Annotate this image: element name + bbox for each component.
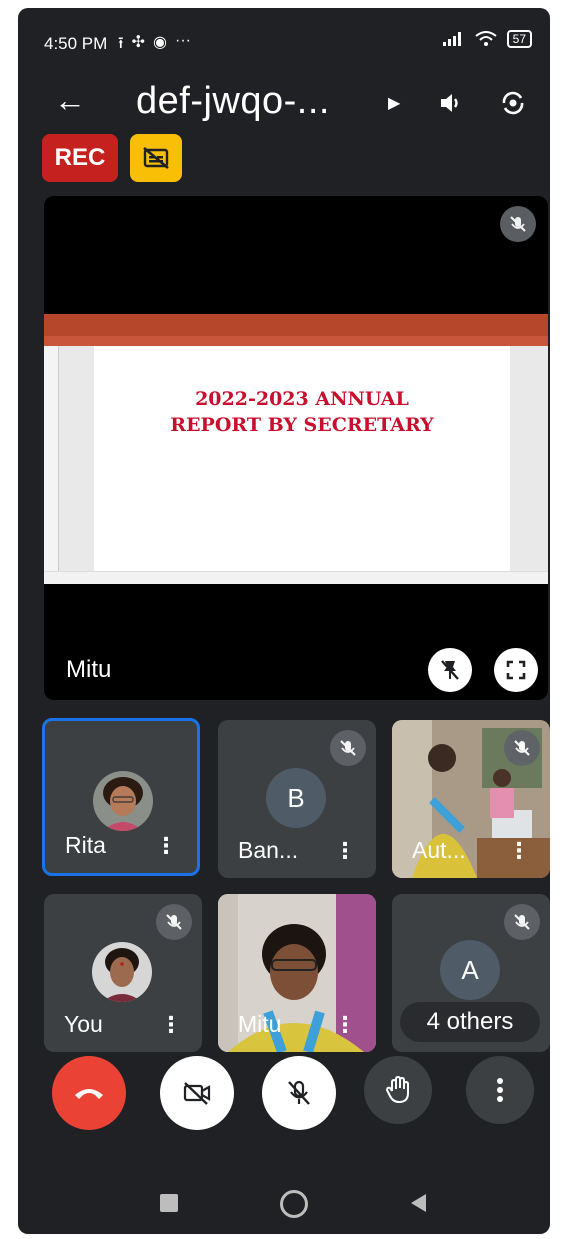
unpin-icon[interactable]: [428, 648, 472, 692]
pinwheel-icon: ✣: [131, 34, 146, 51]
camera-off-icon: [183, 1082, 211, 1105]
hand-icon: [386, 1076, 409, 1103]
chrome-icon: ◉: [153, 34, 167, 51]
wifi-icon: [475, 31, 497, 46]
more-dots-icon: ···: [174, 32, 191, 49]
more-options-button[interactable]: [466, 1056, 534, 1124]
ppt-ribbon: [44, 336, 548, 346]
more-vertical-icon[interactable]: ⋮: [155, 833, 177, 859]
recents-icon[interactable]: [160, 1194, 178, 1212]
participant-name: Aut...: [412, 837, 466, 863]
captions-off-icon[interactable]: [130, 134, 182, 182]
letter-avatar: B: [266, 768, 326, 828]
more-vertical-icon[interactable]: ⋮: [160, 1012, 182, 1038]
back-icon[interactable]: [408, 1192, 428, 1214]
participant-tile-you[interactable]: You ⋮: [44, 894, 202, 1052]
more-vertical-icon[interactable]: ⋮: [334, 1012, 356, 1038]
participant-tile-mitu[interactable]: Mitu ⋮: [218, 894, 376, 1052]
more-vertical-icon[interactable]: ⋮: [508, 838, 530, 864]
participant-name: Ban...: [238, 837, 299, 863]
participant-tile-rita[interactable]: Rita ⋮: [42, 718, 200, 876]
system-icons: 57: [442, 30, 532, 48]
participant-name: Mitu: [238, 1011, 282, 1037]
camera-toggle-button[interactable]: [160, 1056, 234, 1130]
meeting-app-bar: ← def-jwqo-... ▶: [18, 76, 550, 136]
battery-icon: 57: [506, 30, 532, 48]
avatar: [92, 942, 152, 1002]
letter-avatar: A: [440, 940, 500, 1000]
presenter-name: Mitu: [66, 656, 112, 683]
speaker-icon[interactable]: [436, 88, 466, 118]
participant-tile-others[interactable]: A 4 others: [392, 894, 550, 1052]
ppt-thumbnail-pane: [44, 346, 59, 572]
participant-name: Rita: [65, 832, 106, 858]
system-nav-bar: [18, 1174, 550, 1234]
more-vertical-icon: [497, 1078, 503, 1102]
notification-icons: ⭱ ✣ ◉ ···: [118, 32, 191, 59]
others-count-label: 4 others: [400, 1002, 540, 1042]
participant-tile-ban[interactable]: B Ban... ⋮: [218, 720, 376, 878]
caret-right-icon[interactable]: ▶: [388, 93, 400, 113]
switch-camera-icon[interactable]: [498, 88, 528, 118]
mic-off-icon: [330, 730, 366, 766]
more-vertical-icon[interactable]: ⋮: [334, 838, 356, 864]
signal-icon: [442, 32, 461, 46]
raise-hand-button[interactable]: [364, 1056, 432, 1124]
mic-toggle-button[interactable]: [262, 1056, 336, 1130]
recording-badge[interactable]: REC: [42, 134, 118, 182]
participant-tile-aut[interactable]: Aut... ⋮: [392, 720, 550, 878]
mic-off-icon: [500, 206, 536, 242]
slide-title: 2022-2023 ANNUAL REPORT BY SECRETARY: [170, 388, 434, 436]
meeting-title[interactable]: def-jwqo-...: [136, 80, 330, 123]
participant-name: You: [64, 1011, 103, 1037]
ppt-status-bar: [44, 571, 548, 584]
mic-off-icon: [504, 904, 540, 940]
phone-screen: 4:50 PM ⭱ ✣ ◉ ··· 57 ← def-jwqo-... ▶ RE…: [18, 8, 550, 1234]
status-bar: 4:50 PM ⭱ ✣ ◉ ··· 57: [18, 8, 550, 68]
call-controls: [18, 1056, 550, 1146]
phone-hangup-icon: [75, 1089, 103, 1099]
upload-icon: ⭱: [118, 35, 124, 52]
home-icon[interactable]: [280, 1190, 308, 1218]
shared-screen: 2022-2023 ANNUAL REPORT BY SECRETARY: [44, 314, 548, 584]
status-time: 4:50 PM: [44, 34, 108, 53]
mic-off-icon: [288, 1080, 310, 1105]
avatar: [93, 771, 153, 831]
mic-off-icon: [504, 730, 540, 766]
presentation-tile[interactable]: 2022-2023 ANNUAL REPORT BY SECRETARY Mit…: [44, 196, 548, 700]
ppt-title-bar: [44, 314, 548, 336]
fullscreen-icon[interactable]: [494, 648, 538, 692]
slide: 2022-2023 ANNUAL REPORT BY SECRETARY: [94, 346, 510, 572]
mic-off-icon: [156, 904, 192, 940]
back-arrow-icon[interactable]: ←: [54, 82, 86, 119]
end-call-button[interactable]: [52, 1056, 126, 1130]
